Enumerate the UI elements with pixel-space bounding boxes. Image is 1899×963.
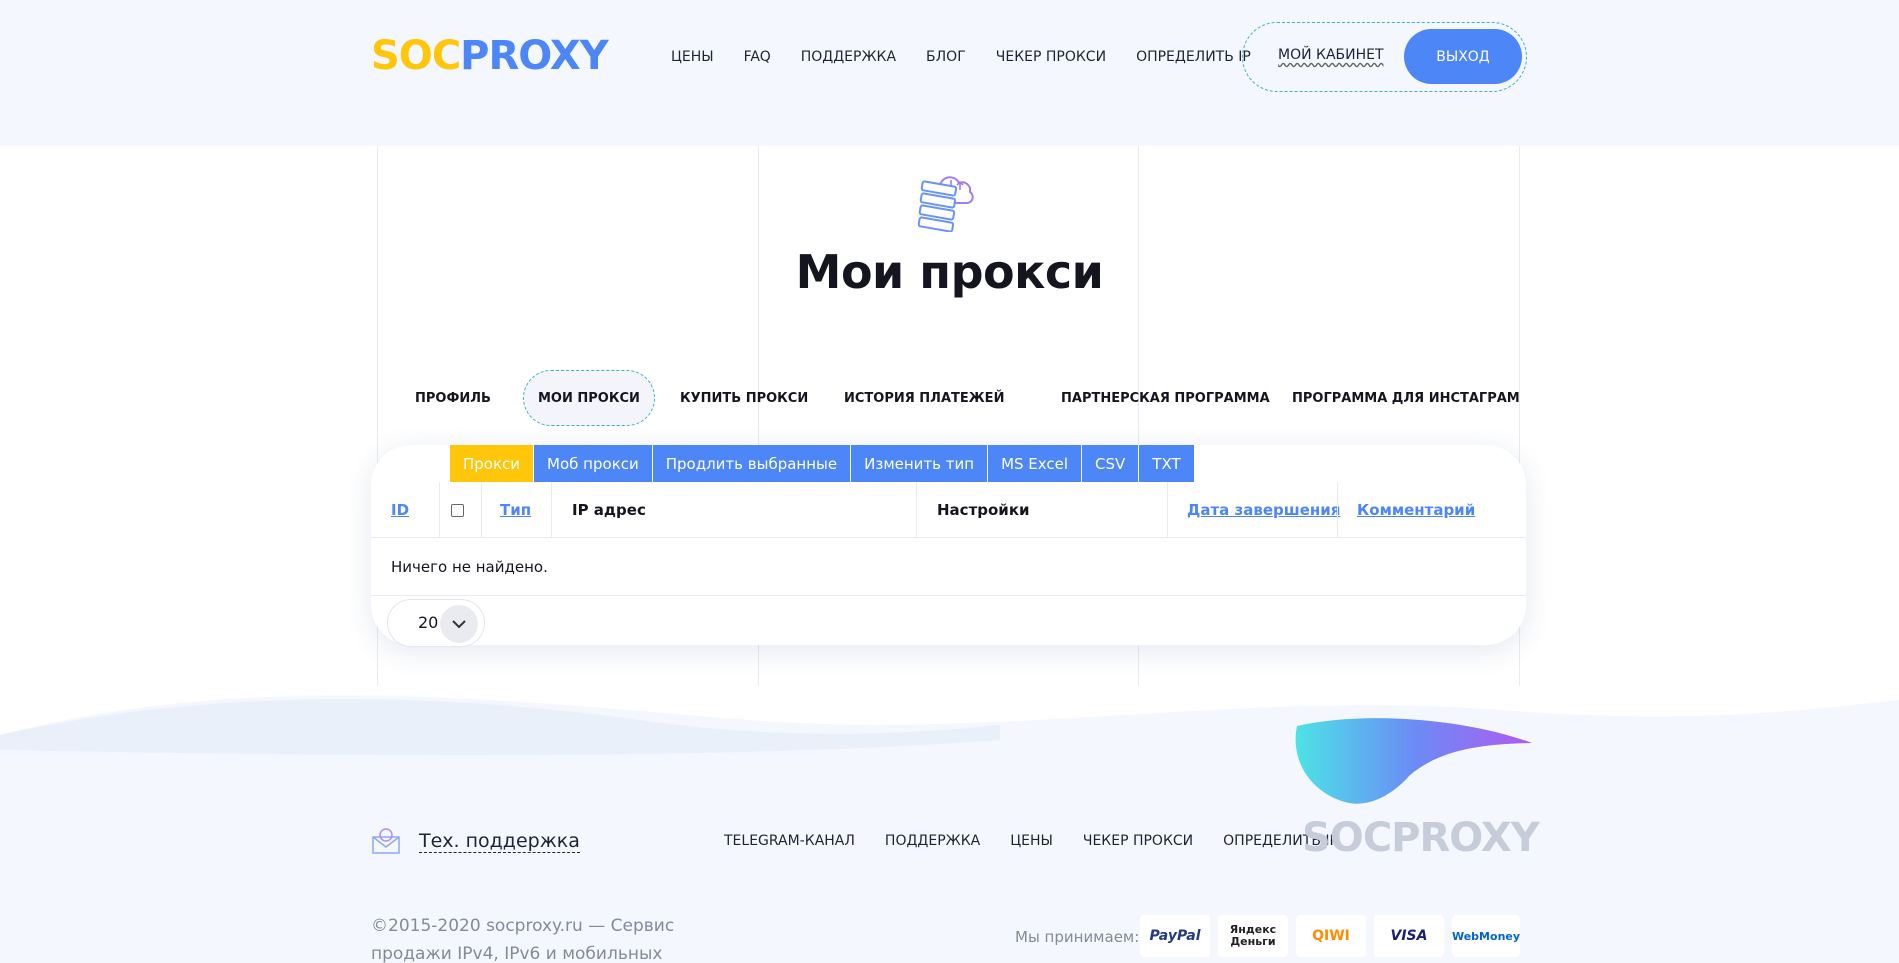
- extend-selected-button[interactable]: Продлить выбранные: [652, 445, 852, 482]
- export-txt-button[interactable]: TXT: [1139, 445, 1195, 482]
- paypal-logo: PayPal: [1140, 915, 1210, 957]
- page-title: Мои прокси: [795, 245, 1104, 299]
- site-logo[interactable]: SOCPROXY: [371, 33, 609, 79]
- change-type-button[interactable]: Изменить тип: [851, 445, 989, 482]
- main-nav: ЦЕНЫ FAQ ПОДДЕРЖКА БЛОГ ЧЕКЕР ПРОКСИ ОПР…: [671, 47, 1281, 67]
- footer-nav: TELEGRAM-КАНАЛ ПОДДЕРЖКА ЦЕНЫ ЧЕКЕР ПРОК…: [724, 833, 1368, 849]
- select-all-cell: [451, 482, 464, 538]
- nav-prices[interactable]: ЦЕНЫ: [671, 47, 714, 67]
- footer-nav-support[interactable]: ПОДДЕРЖКА: [885, 833, 980, 849]
- footer-nav-telegram[interactable]: TELEGRAM-КАНАЛ: [724, 833, 855, 849]
- account-tabs: ПРОФИЛЬ МОИ ПРОКСИ КУПИТЬ ПРОКСИ ИСТОРИЯ…: [0, 370, 1899, 426]
- column-divider: [481, 482, 482, 538]
- table-row: Ничего не найдено.: [371, 538, 1526, 596]
- tab-partner-program[interactable]: ПАРТНЕРСКАЯ ПРОГРАММА: [1061, 370, 1270, 426]
- tab-buy-proxies[interactable]: КУПИТЬ ПРОКСИ: [680, 370, 808, 426]
- my-cabinet-link[interactable]: МОЙ КАБИНЕТ: [1278, 47, 1384, 63]
- column-id[interactable]: ID: [391, 482, 409, 538]
- visa-logo: VISA: [1374, 915, 1444, 957]
- tab-payment-history[interactable]: ИСТОРИЯ ПЛАТЕЖЕЙ: [844, 370, 1004, 426]
- column-divider: [1337, 482, 1338, 538]
- column-divider: [551, 482, 552, 538]
- chevron-down-icon[interactable]: [440, 605, 478, 643]
- export-csv-button[interactable]: CSV: [1082, 445, 1140, 482]
- footer-wave: [0, 695, 1899, 963]
- filter-mobile-proxies-button[interactable]: Моб прокси: [534, 445, 653, 482]
- tech-support-link[interactable]: Тех. поддержка: [419, 830, 580, 853]
- table-header: ID Тип IP адрес Настройки Дата завершени…: [371, 482, 1526, 538]
- tech-support[interactable]: Тех. поддержка: [371, 827, 580, 855]
- yandex-money-logo: Яндекс Деньги: [1218, 915, 1288, 957]
- column-divider: [916, 482, 917, 538]
- nav-detect-ip[interactable]: ОПРЕДЕЛИТЬ IP: [1136, 47, 1251, 67]
- webmoney-logo: WebMoney: [1452, 915, 1520, 957]
- server-cloud-icon: [918, 176, 974, 232]
- export-excel-button[interactable]: MS Excel: [988, 445, 1083, 482]
- nav-proxy-checker[interactable]: ЧЕКЕР ПРОКСИ: [996, 47, 1106, 67]
- qiwi-logo: QIWI: [1296, 915, 1366, 957]
- empty-message: Ничего не найдено.: [391, 558, 548, 576]
- nav-faq[interactable]: FAQ: [744, 47, 771, 67]
- copyright-text: ©2015-2020 socproxy.ru — Сервис продажи …: [371, 916, 675, 963]
- account-box: МОЙ КАБИНЕТ ВЫХОД: [1242, 22, 1527, 92]
- footer-nav-proxy-checker[interactable]: ЧЕКЕР ПРОКСИ: [1083, 833, 1193, 849]
- page-size-select[interactable]: 20: [387, 599, 485, 647]
- table-toolbar: Прокси Моб прокси Продлить выбранные Изм…: [450, 445, 1195, 482]
- nav-blog[interactable]: БЛОГ: [926, 47, 966, 67]
- logout-button[interactable]: ВЫХОД: [1404, 29, 1522, 84]
- column-ip-address: IP адрес: [572, 501, 646, 519]
- footer-nav-prices[interactable]: ЦЕНЫ: [1010, 833, 1053, 849]
- tab-profile[interactable]: ПРОФИЛЬ: [415, 370, 491, 426]
- site-header: SOCPROXY ЦЕНЫ FAQ ПОДДЕРЖКА БЛОГ ЧЕКЕР П…: [0, 0, 1899, 146]
- column-divider: [439, 482, 440, 538]
- filter-proxies-button[interactable]: Прокси: [450, 445, 535, 482]
- column-end-date[interactable]: Дата завершения: [1187, 482, 1340, 538]
- column-comment[interactable]: Комментарий: [1357, 482, 1475, 538]
- mail-support-icon: [372, 828, 400, 854]
- tab-instagram-program[interactable]: ПРОГРАММА ДЛЯ ИНСТАГРАМ: [1292, 370, 1520, 426]
- nav-support[interactable]: ПОДДЕРЖКА: [801, 47, 896, 67]
- tab-my-proxies[interactable]: МОИ ПРОКСИ: [523, 370, 655, 426]
- select-all-checkbox[interactable]: [451, 503, 464, 517]
- page-size-value: 20: [418, 613, 439, 632]
- footer-logo: SOCPROXY: [1302, 815, 1540, 861]
- column-divider: [1167, 482, 1168, 538]
- column-settings: Настройки: [937, 501, 1030, 519]
- column-type[interactable]: Тип: [500, 482, 531, 538]
- payment-methods-label: Мы принимаем:: [1015, 928, 1140, 946]
